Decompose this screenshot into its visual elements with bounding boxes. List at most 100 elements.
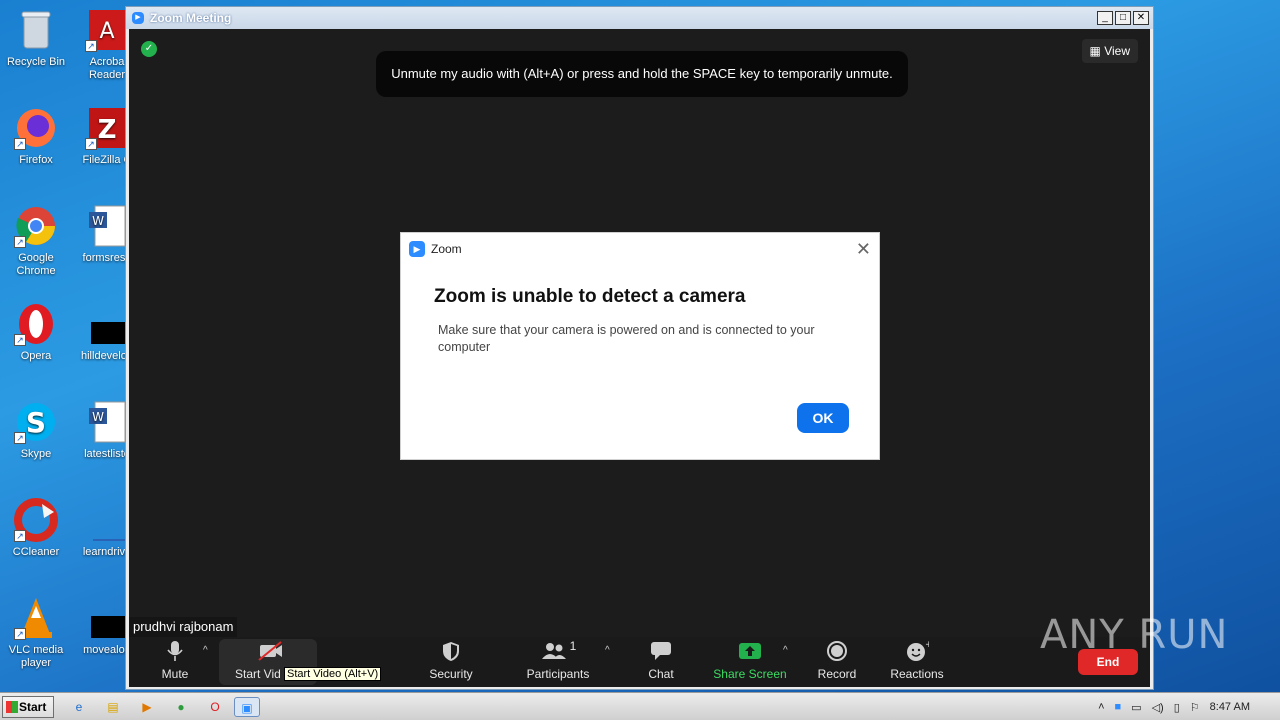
smiley-plus-icon: + [889,637,945,665]
tray-display-icon[interactable]: ▯ [1174,701,1180,714]
shortcut-arrow-icon: ↗ [85,138,97,150]
dialog-header: ▶ Zoom [409,241,462,257]
skype-icon: S ↗ [14,400,58,444]
tray-volume-icon[interactable]: ◁) [1152,701,1164,714]
dialog-close-icon[interactable]: ✕ [856,239,871,260]
ok-button[interactable]: OK [797,403,849,433]
dialog-message: Make sure that your camera is powered on… [438,323,815,354]
taskbar-opera-icon[interactable]: O [204,697,226,717]
desktop-icon-chrome[interactable]: ↗ Google Chrome [1,204,71,278]
svg-text:S: S [26,406,46,439]
video-off-icon [233,637,309,665]
dialog-title: Zoom is unable to detect a camera [434,286,746,307]
desktop-icon-label: VLC media player [8,644,64,669]
reactions-button[interactable]: + Reactions [889,637,945,687]
windows-logo-icon [6,701,18,713]
svg-text:A: A [99,19,114,44]
desktop-icon-label: Opera [20,350,52,362]
participants-options-caret-icon[interactable]: ^ [605,645,610,656]
chat-button[interactable]: Chat [641,637,681,687]
tray-expand-icon[interactable]: ˄ [1098,701,1104,713]
svg-text:+: + [925,640,929,650]
shield-icon [425,637,477,665]
shortcut-arrow-icon: ↗ [14,236,26,248]
mute-label: Mute [161,667,189,681]
window-title: Zoom Meeting [150,11,232,25]
opera-icon: ↗ [14,302,58,346]
tray-zoom-icon[interactable]: ■ [1115,701,1122,713]
shortcut-arrow-icon: ↗ [14,432,26,444]
anyrun-watermark: ANY RUN [1040,612,1229,658]
shortcut-arrow-icon: ↗ [14,334,26,346]
desktop-icon-label: Firefox [19,154,53,166]
record-icon [815,637,859,665]
participants-button[interactable]: 1 Participants [523,637,593,687]
tray-network-icon[interactable]: ▭ [1131,701,1141,714]
start-video-tooltip: Start Video (Alt+V) [284,667,382,681]
share-screen-button[interactable]: Share Screen [712,637,788,687]
shortcut-arrow-icon: ↗ [85,40,97,52]
close-window-button[interactable]: ✕ [1133,11,1149,25]
tray-flag-icon[interactable]: ⚐ [1190,701,1200,714]
start-label: Start [19,700,47,714]
maximize-button[interactable]: □ [1115,11,1131,25]
minimize-button[interactable]: _ [1097,11,1113,25]
view-label: View [1104,44,1130,58]
system-tray: ˄ ■ ▭ ◁) ▯ ⚐ 8:47 AM [1098,693,1280,720]
taskbar-clock[interactable]: 8:47 AM [1210,701,1250,713]
unmute-hint-toast: Unmute my audio with (Alt+A) or press an… [376,51,908,97]
desktop-icon-opera[interactable]: ↗ Opera [1,302,71,363]
desktop-icon-label: Skype [20,448,52,460]
record-button[interactable]: Record [815,637,859,687]
filezilla-icon: Z ↗ [85,106,129,150]
security-button[interactable]: Security [425,637,477,687]
file-icon [85,596,129,640]
desktop-icon-skype[interactable]: S ↗ Skype [1,400,71,461]
taskbar-media-icon[interactable]: ▶ [136,697,158,717]
desktop-icon-label: Google Chrome [16,252,56,277]
window-title-bar[interactable]: ▶ Zoom Meeting _ □ ✕ [126,7,1153,29]
chat-icon [641,637,681,665]
audio-options-caret-icon[interactable]: ^ [203,645,208,656]
microphone-icon [155,637,195,665]
grid-icon: ▦ [1089,44,1101,58]
svg-text:W: W [92,410,104,424]
file-icon [85,498,129,542]
chat-label: Chat [648,667,674,681]
ccleaner-icon: ↗ [14,498,58,542]
word-doc-icon: W [85,400,129,444]
record-label: Record [817,667,857,681]
participants-count: 1 [569,639,577,653]
start-button[interactable]: Start [2,696,54,718]
taskbar-chrome-icon[interactable]: ● [170,697,192,717]
shortcut-arrow-icon: ↗ [14,530,26,542]
firefox-icon: ↗ [14,106,58,150]
share-screen-label: Share Screen [713,667,787,681]
view-button[interactable]: ▦ View [1081,39,1138,63]
taskbar-zoom-icon[interactable]: ▣ [234,697,260,717]
camera-error-dialog: ▶ Zoom ✕ Zoom is unable to detect a came… [400,232,880,460]
share-screen-icon [712,637,788,665]
encryption-shield-icon[interactable]: ✓ [141,41,157,57]
mute-button[interactable]: Mute [155,637,195,687]
desktop-icon-label: CCleaner [12,546,60,558]
reactions-label: Reactions [890,667,944,681]
acrobat-icon: A ↗ [85,8,129,52]
desktop-icon-firefox[interactable]: ↗ Firefox [1,106,71,167]
desktop-icon-vlc[interactable]: ↗ VLC media player [1,596,71,670]
security-label: Security [429,667,473,681]
word-doc-icon: W [85,204,129,248]
taskbar: Start e ▤ ▶ ● O ▣ ˄ ■ ▭ ◁) ▯ ⚐ 8:47 AM [0,692,1280,720]
desktop-icon-recycle-bin[interactable]: Recycle Bin [1,8,71,69]
taskbar-ie-icon[interactable]: e [68,697,90,717]
taskbar-explorer-icon[interactable]: ▤ [102,697,124,717]
desktop-icon-ccleaner[interactable]: ↗ CCleaner [1,498,71,559]
share-options-caret-icon[interactable]: ^ [783,645,788,656]
participants-icon: 1 [523,637,593,665]
desktop-icon-label: Recycle Bin [6,56,66,68]
participant-name-tag: prudhvi rajbonam [129,617,238,637]
svg-text:Z: Z [98,115,117,145]
svg-text:W: W [92,214,104,228]
shortcut-arrow-icon: ↗ [14,628,26,640]
file-icon [85,302,129,346]
